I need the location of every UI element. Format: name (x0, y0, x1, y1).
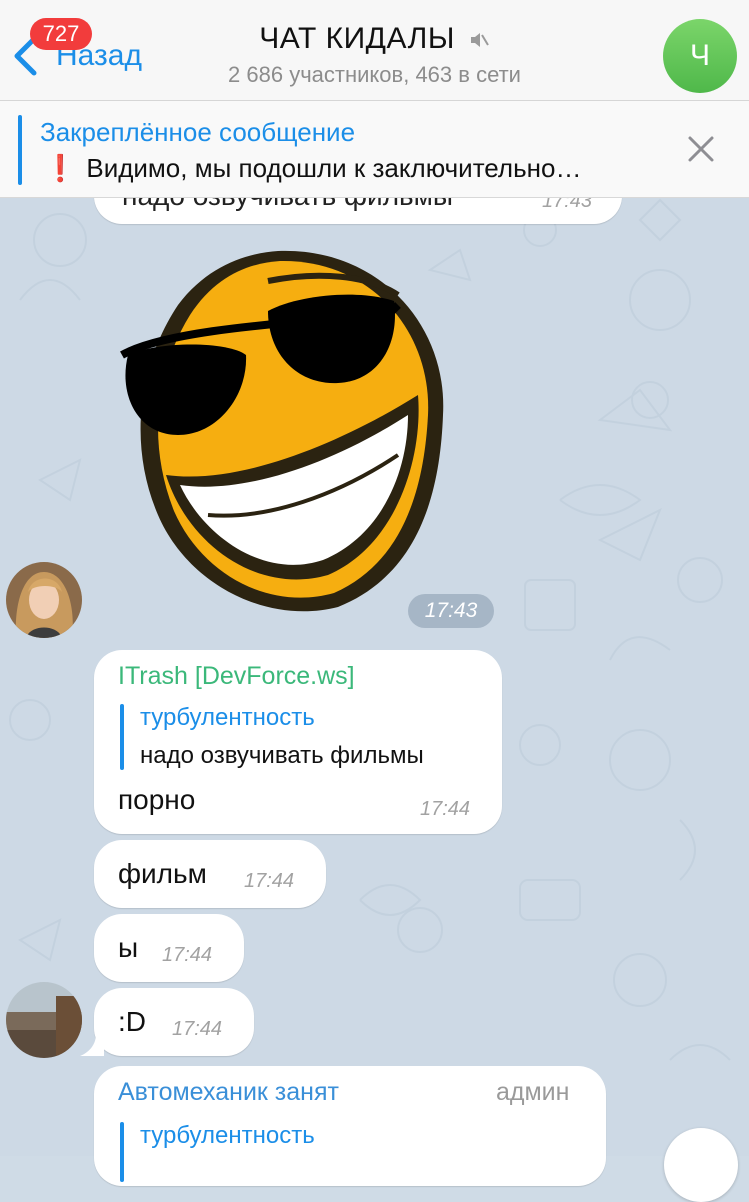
reply-author: турбулентность (140, 1122, 315, 1149)
pinned-title: Закреплённое сообщение (40, 117, 356, 147)
pinned-text: ❗ Видимо, мы подошли к заключительно… (44, 153, 581, 184)
chat-avatar-letter: Ч (690, 39, 710, 72)
close-icon[interactable] (684, 132, 718, 166)
bubble-tail (80, 1034, 104, 1056)
pinned-text-content: Видимо, мы подошли к заключительно… (86, 153, 582, 183)
message-bubble[interactable]: ы 17:44 (94, 914, 244, 982)
avatar-photo-landscape (6, 982, 82, 1058)
message-bubble[interactable]: ITrash [DevForce.ws] турбулентность надо… (94, 650, 502, 834)
reply-accent-bar (120, 1122, 124, 1182)
message-bubble[interactable]: Автомеханик занят админ турбулентность (94, 1066, 606, 1186)
message-bubble[interactable]: фильм 17:44 (94, 840, 326, 908)
message-time: 17:44 (420, 798, 471, 820)
sunglasses-laughing-face-sticker[interactable] (118, 245, 458, 615)
chat-avatar[interactable]: Ч (663, 19, 737, 93)
message-bubble[interactable]: :D 17:44 (94, 988, 254, 1056)
reply-author: турбулентность (140, 704, 315, 731)
sender-name[interactable]: Автомеханик занят (118, 1078, 339, 1107)
scroll-down-button[interactable] (664, 1128, 738, 1202)
chat-title[interactable]: ЧАТ КИДАЛЫ (0, 22, 749, 56)
chat-subtitle: 2 686 участников, 463 в сети (228, 62, 521, 87)
admin-badge: админ (496, 1078, 570, 1106)
message-time: 17:44 (172, 1018, 223, 1040)
sender-avatar[interactable] (6, 562, 82, 638)
message-text: фильм (118, 858, 207, 889)
pinned-accent-bar (18, 115, 22, 185)
message-time: 17:44 (162, 944, 213, 966)
exclamation-icon: ❗ (44, 153, 77, 183)
sticker-time: 17:43 (408, 594, 494, 628)
status-bar (0, 0, 749, 8)
sender-avatar[interactable] (6, 982, 82, 1058)
reply-accent-bar (120, 704, 124, 770)
speaker-muted-icon (470, 33, 489, 48)
message-text: порно (118, 784, 196, 815)
chat-title-text: ЧАТ КИДАЛЫ (259, 22, 455, 55)
sender-name[interactable]: ITrash [DevForce.ws] (118, 662, 355, 691)
message-text: :D (118, 1006, 146, 1037)
reply-text: надо озвучивать фильмы (140, 742, 424, 769)
chat-header: Назад 727 ЧАТ КИДАЛЫ 2 686 участников, 4… (0, 0, 749, 101)
message-text: ы (118, 932, 139, 963)
pinned-message-bar[interactable]: Закреплённое сообщение ❗ Видимо, мы подош… (0, 101, 749, 198)
message-time: 17:44 (244, 870, 295, 892)
avatar-photo-woman (6, 562, 82, 638)
